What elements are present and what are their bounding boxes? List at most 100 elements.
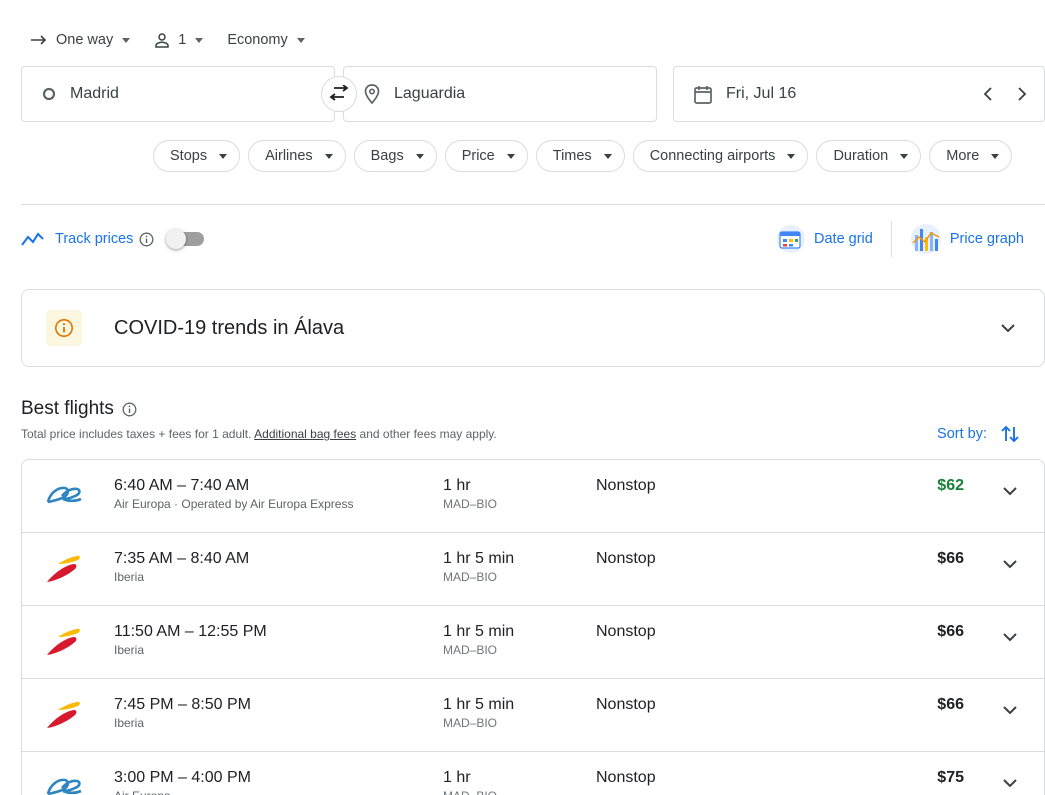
flight-row[interactable]: 11:50 AM – 12:55 PM Iberia 1 hr 5 min MA…	[22, 606, 1044, 679]
chevron-down-icon[interactable]	[1002, 632, 1018, 642]
trip-type-label: One way	[56, 32, 114, 48]
best-flights-title: Best flights	[21, 398, 114, 419]
filter-label: More	[946, 148, 980, 164]
filter-label: Times	[552, 148, 592, 164]
person-icon	[155, 33, 169, 48]
air-europa-logo	[44, 478, 84, 514]
iberia-logo	[44, 624, 84, 660]
flight-times: 11:50 AM – 12:55 PM	[114, 623, 267, 640]
destination-value: Laguardia	[394, 85, 466, 102]
flight-row[interactable]: 6:40 AM – 7:40 AM Air Europa · Operated …	[22, 460, 1044, 533]
flight-row[interactable]: 7:45 PM – 8:50 PM Iberia 1 hr 5 min MAD–…	[22, 679, 1044, 752]
price-graph-icon	[910, 224, 941, 254]
sort-arrows-icon	[1001, 425, 1019, 443]
chevron-down-icon[interactable]	[1002, 486, 1018, 496]
cabin-label: Economy	[227, 32, 288, 48]
info-icon[interactable]	[139, 232, 154, 247]
location-pin-icon	[364, 84, 380, 104]
departure-date-field[interactable]: Fri, Jul 16	[673, 66, 1045, 122]
passengers-select[interactable]: 1	[154, 32, 204, 48]
filter-airlines[interactable]: Airlines	[248, 140, 346, 172]
bag-fees-link[interactable]: Additional bag fees	[254, 427, 356, 441]
date-grid-label: Date grid	[814, 231, 873, 247]
date-grid-icon	[777, 225, 805, 253]
filter-stops[interactable]: Stops	[153, 140, 241, 172]
filter-connecting-airports[interactable]: Connecting airports	[632, 140, 809, 172]
filter-price[interactable]: Price	[444, 140, 528, 172]
flight-times: 7:45 PM – 8:50 PM	[114, 696, 251, 713]
flight-route: MAD–BIO	[443, 570, 498, 584]
filter-label: Bags	[370, 148, 404, 164]
info-icon[interactable]	[122, 402, 137, 417]
chevron-right-icon[interactable]	[1012, 85, 1030, 103]
flight-row[interactable]: 7:35 AM – 8:40 AM Iberia 1 hr 5 min MAD–…	[22, 533, 1044, 606]
caret-down-icon	[506, 153, 515, 159]
swap-button[interactable]	[321, 76, 357, 112]
destination-field[interactable]: Laguardia	[343, 66, 657, 122]
flight-row[interactable]: 3:00 PM – 4:00 PM Air Europa 1 hr MAD–BI…	[22, 752, 1044, 795]
flight-duration: 1 hr 5 min	[443, 696, 515, 713]
sort-label: Sort by:	[937, 426, 987, 442]
filter-label: Stops	[170, 148, 208, 164]
price-graph-label: Price graph	[949, 231, 1024, 247]
flight-route: MAD–BIO	[443, 643, 498, 657]
track-prices-toggle[interactable]	[166, 229, 205, 249]
caret-down-icon	[603, 153, 612, 159]
sort-control[interactable]: Sort by:	[937, 424, 1019, 444]
chevron-down-icon[interactable]	[1002, 705, 1018, 715]
view-switchers: Date grid Price graph	[776, 220, 1024, 258]
flight-times: 6:40 AM – 7:40 AM	[114, 477, 250, 494]
chevron-down-icon[interactable]	[1002, 559, 1018, 569]
date-grid-button[interactable]: Date grid	[776, 224, 873, 254]
flight-stops: Nonstop	[596, 623, 656, 640]
caret-down-icon	[991, 153, 1000, 159]
chevron-down-icon[interactable]	[1000, 323, 1016, 333]
trip-type-select[interactable]: One way	[30, 32, 131, 48]
iberia-logo	[44, 551, 84, 587]
flight-stops: Nonstop	[596, 696, 656, 713]
price-disclaimer: Total price includes taxes + fees for 1 …	[21, 427, 497, 441]
filter-bags[interactable]: Bags	[353, 140, 437, 172]
caret-down-icon	[324, 153, 333, 159]
filter-times[interactable]: Times	[535, 140, 625, 172]
track-prices: Track prices	[21, 226, 205, 252]
flight-price: $66	[937, 550, 964, 567]
arrow-right-icon	[31, 35, 47, 45]
flight-route: MAD–BIO	[443, 716, 498, 730]
air-europa-logo	[44, 770, 84, 795]
filter-more[interactable]: More	[929, 140, 1013, 172]
disclaimer-text: and other fees may apply.	[356, 427, 497, 441]
flight-price: $66	[937, 623, 964, 640]
price-graph-button[interactable]: Price graph	[892, 223, 1024, 255]
airline-name: Iberia	[114, 716, 145, 730]
chevron-left-icon[interactable]	[980, 85, 998, 103]
calendar-icon	[694, 85, 712, 104]
flight-route: MAD–BIO	[443, 789, 497, 795]
info-badge	[46, 310, 82, 346]
origin-field[interactable]: Madrid	[21, 66, 335, 122]
filter-label: Duration	[833, 148, 889, 164]
trip-options: One way 1 Economy	[30, 28, 329, 52]
flight-times: 7:35 AM – 8:40 AM	[114, 550, 250, 567]
flight-duration: 1 hr	[443, 477, 471, 494]
caret-down-icon	[415, 153, 424, 159]
caret-down-icon	[296, 37, 305, 43]
divider	[21, 204, 1045, 205]
filter-label: Airlines	[265, 148, 313, 164]
chevron-down-icon[interactable]	[1002, 778, 1018, 788]
covid-title: COVID-19 trends in Álava	[114, 316, 345, 339]
covid-trends-card[interactable]: COVID-19 trends in Álava	[21, 289, 1045, 367]
filter-chips: Stops Airlines Bags Price Times Connecti…	[153, 140, 1013, 172]
track-prices-label: Track prices	[55, 231, 134, 247]
cabin-select[interactable]: Economy	[227, 32, 305, 48]
passengers-count: 1	[178, 32, 187, 48]
caret-down-icon	[195, 37, 204, 43]
flight-list: 6:40 AM – 7:40 AM Air Europa · Operated …	[21, 459, 1045, 795]
origin-value: Madrid	[70, 85, 119, 102]
airline-name: Iberia	[114, 643, 145, 657]
trend-line-icon	[21, 232, 44, 246]
filter-label: Connecting airports	[649, 148, 776, 164]
flight-duration: 1 hr 5 min	[443, 550, 515, 567]
caret-down-icon	[900, 153, 909, 159]
filter-duration[interactable]: Duration	[816, 140, 922, 172]
